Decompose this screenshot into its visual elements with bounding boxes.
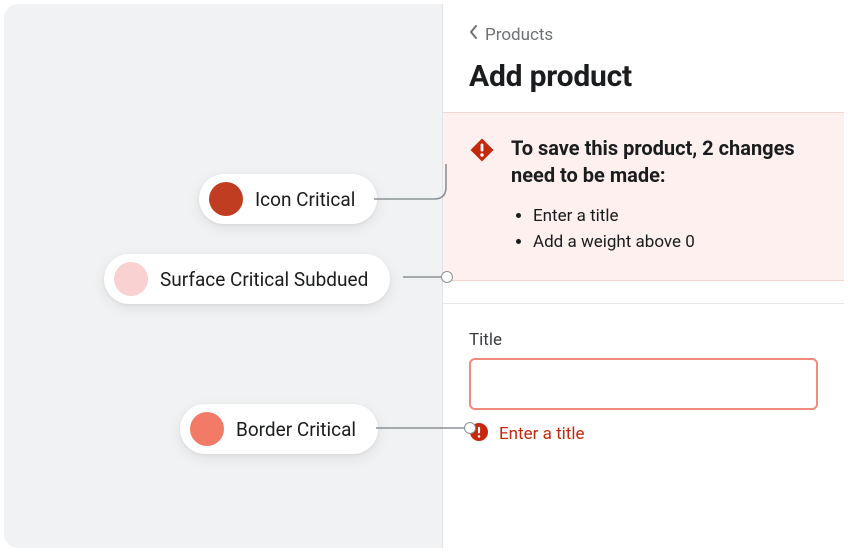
swatch-surface-critical-subdued <box>114 262 148 296</box>
connector-endpoint <box>464 422 476 434</box>
swatch-icon-critical <box>209 182 243 216</box>
title-input[interactable] <box>469 358 818 410</box>
critical-banner: To save this product, 2 changes need to … <box>443 112 844 281</box>
annotation-label: Surface Critical Subdued <box>160 268 368 291</box>
breadcrumb[interactable]: Products <box>469 24 553 45</box>
banner-list: Enter a title Add a weight above 0 <box>511 203 795 256</box>
annotation-surface-critical-subdued: Surface Critical Subdued <box>104 254 390 304</box>
title-field-label: Title <box>469 330 818 350</box>
panel-header: Products Add product <box>443 4 844 112</box>
app-panel: Products Add product To save this produc… <box>442 4 844 548</box>
banner-title: To save this product, 2 changes need to … <box>511 135 795 189</box>
chevron-left-icon <box>469 24 479 45</box>
page-title: Add product <box>469 59 818 94</box>
breadcrumb-label: Products <box>485 25 553 45</box>
connector-line <box>376 423 476 433</box>
annotation-label: Icon Critical <box>255 188 355 211</box>
annotation-icon-critical: Icon Critical <box>199 174 377 224</box>
design-canvas: Products Add product To save this produc… <box>4 4 844 548</box>
product-card: Title Enter a title <box>443 303 844 447</box>
title-error-text: Enter a title <box>499 424 584 444</box>
annotation-label: Border Critical <box>236 418 356 441</box>
swatch-border-critical <box>190 412 224 446</box>
annotation-border-critical: Border Critical <box>180 404 378 454</box>
banner-title-line2: need to be made: <box>511 162 795 189</box>
banner-title-line1: To save this product, 2 changes <box>511 135 795 162</box>
connector-endpoint <box>441 271 453 283</box>
banner-list-item: Enter a title <box>533 203 795 229</box>
connector-line <box>374 164 474 214</box>
banner-body: To save this product, 2 changes need to … <box>511 135 795 256</box>
title-inline-error: Enter a title <box>469 422 818 447</box>
banner-list-item: Add a weight above 0 <box>533 229 795 255</box>
